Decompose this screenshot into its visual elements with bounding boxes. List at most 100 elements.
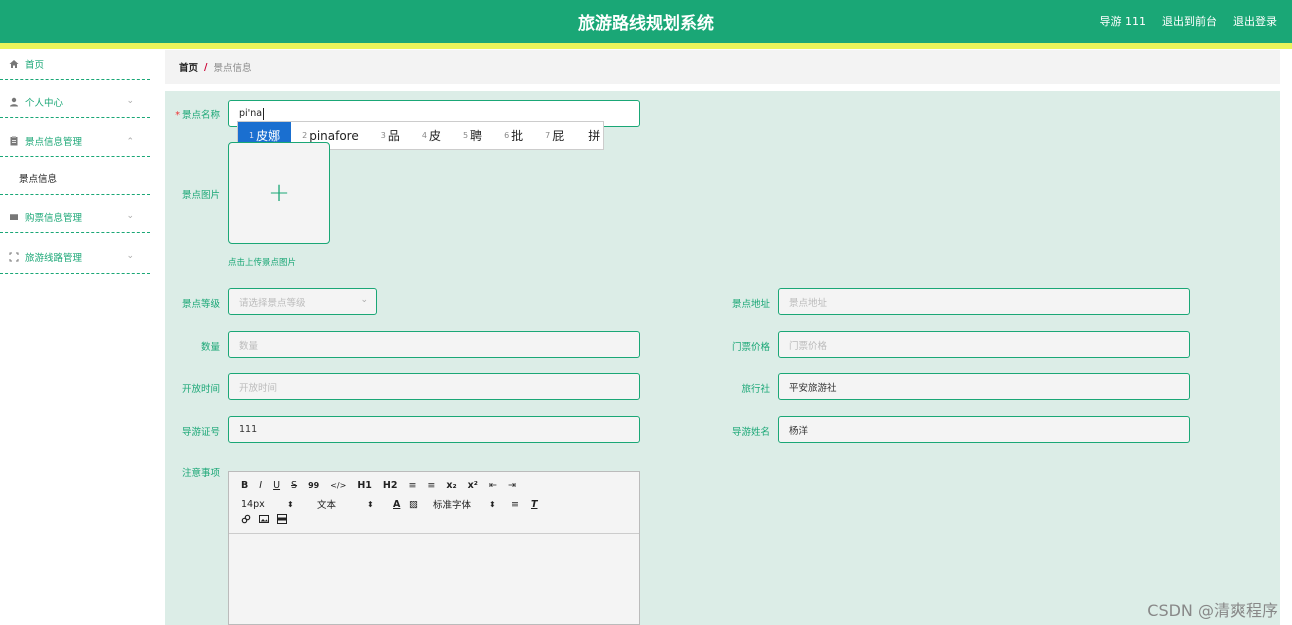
ime-candidate-5[interactable]: 5聘 <box>452 122 493 149</box>
upload-tip: 点击上传景点图片 <box>228 258 297 268</box>
count-input[interactable]: 数量 <box>228 331 640 358</box>
open-time-placeholder: 开放时间 <box>239 382 278 394</box>
ticket-price-placeholder: 门票价格 <box>789 340 828 352</box>
outdent-button[interactable]: ⇤ <box>489 480 497 491</box>
plus-icon: + <box>268 178 290 208</box>
ticket-price-input[interactable]: 门票价格 <box>778 331 1190 358</box>
block-type-select[interactable]: 文本 <box>317 497 367 511</box>
sidebar-item-label: 个人中心 <box>25 97 64 109</box>
user-icon <box>8 97 20 107</box>
breadcrumb: 首页 / 景点信息 <box>165 50 1280 84</box>
image-upload-button[interactable]: + <box>228 142 330 244</box>
top-bar: 旅游路线规划系统 导游 111 退出到前台 退出登录 <box>0 0 1292 43</box>
open-time-label: 开放时间 <box>181 384 220 395</box>
notes-rich-editor[interactable]: B I U S 99 </> H1 H2 ≡ ≡ x₂ x² ⇤ ⇥ 14px … <box>228 471 640 625</box>
background-color-icon[interactable]: ▨ <box>409 499 433 510</box>
notes-label: 注意事项 <box>181 468 220 479</box>
guide-id-value: 111 <box>239 424 258 435</box>
logout-link[interactable]: 退出登录 <box>1233 13 1277 29</box>
ime-candidate-7[interactable]: 7屁 <box>534 122 575 149</box>
scenic-image-label: 景点图片 <box>181 190 220 201</box>
sidebar-item-scenic-info[interactable]: 景点信息 <box>0 162 150 195</box>
home-icon <box>8 59 20 69</box>
breadcrumb-separator: / <box>204 61 208 73</box>
strike-button[interactable]: S <box>291 480 297 491</box>
open-time-input[interactable]: 开放时间 <box>228 373 640 400</box>
video-icon[interactable] <box>277 514 287 527</box>
header-accent-line <box>0 43 1292 49</box>
image-icon[interactable] <box>259 514 269 527</box>
ticket-icon <box>8 212 20 222</box>
ime-candidate-3[interactable]: 3品 <box>370 122 411 149</box>
guide-id-input[interactable]: 111 <box>228 416 640 443</box>
superscript-button[interactable]: x² <box>468 480 478 491</box>
user-name[interactable]: 导游 111 <box>1100 13 1147 29</box>
h2-button[interactable]: H2 <box>383 480 398 491</box>
sidebar: 首页 个人中心 ⌄ 景点信息管理 ⌃ 景点信息 购票信息管理 ⌄ 旅游线路管理 … <box>0 49 150 625</box>
scenic-address-input[interactable]: 景点地址 <box>778 288 1190 315</box>
sidebar-item-label: 景点信息管理 <box>25 136 83 148</box>
guide-name-value: 杨洋 <box>789 425 809 437</box>
select-arrows-icon: ⬍ <box>489 499 496 509</box>
sidebar-item-label: 购票信息管理 <box>25 212 83 224</box>
bold-button[interactable]: B <box>241 480 248 491</box>
guide-name-input[interactable]: 杨洋 <box>778 416 1190 443</box>
editor-toolbar-row-3 <box>241 514 287 527</box>
frame-icon <box>8 252 20 262</box>
italic-button[interactable]: I <box>259 480 262 491</box>
sidebar-item-label: 旅游线路管理 <box>25 253 83 264</box>
ordered-list-button[interactable]: ≡ <box>408 480 416 491</box>
scenic-address-label: 景点地址 <box>731 299 770 310</box>
scenic-level-select[interactable]: 请选择景点等级 ⌄ <box>228 288 377 315</box>
link-icon[interactable] <box>241 514 251 527</box>
count-label: 数量 <box>200 342 220 353</box>
ime-candidate-6[interactable]: 6批 <box>493 122 534 149</box>
scenic-level-placeholder: 请选择景点等级 <box>239 297 306 309</box>
sidebar-item-label: 首页 <box>25 60 45 71</box>
text-color-icon[interactable]: A <box>393 499 409 510</box>
code-button[interactable]: </> <box>330 481 346 490</box>
sidebar-item-route-management[interactable]: 旅游线路管理 ⌄ <box>0 241 150 274</box>
chevron-down-icon: ⌄ <box>126 211 134 221</box>
quote-button[interactable]: 99 <box>308 481 319 490</box>
count-placeholder: 数量 <box>239 340 259 352</box>
chevron-down-icon: ⌄ <box>126 251 134 261</box>
sidebar-item-ticket-management[interactable]: 购票信息管理 ⌄ <box>0 201 150 233</box>
subscript-button[interactable]: x₂ <box>446 480 456 491</box>
select-arrows-icon: ⬍ <box>367 499 374 509</box>
chevron-down-icon: ⌄ <box>360 295 368 305</box>
indent-button[interactable]: ⇥ <box>508 480 516 491</box>
font-family-select[interactable]: 标准字体 <box>433 497 489 511</box>
align-icon[interactable]: ≡ <box>511 499 531 510</box>
travel-agency-input[interactable]: 平安旅游社 <box>778 373 1190 400</box>
app-title: 旅游路线规划系统 <box>578 14 714 34</box>
chevron-down-icon: ⌄ <box>126 96 134 106</box>
guide-id-label: 导游证号 <box>181 427 220 438</box>
sidebar-item-label: 景点信息 <box>19 174 58 185</box>
sidebar-item-scenic-management[interactable]: 景点信息管理 ⌃ <box>0 125 150 157</box>
clear-format-icon[interactable]: T <box>531 499 537 510</box>
select-arrows-icon: ⬍ <box>287 499 294 509</box>
scenic-address-placeholder: 景点地址 <box>789 297 828 309</box>
underline-button[interactable]: U <box>273 480 280 491</box>
front-link[interactable]: 退出到前台 <box>1162 13 1217 29</box>
sidebar-item-profile[interactable]: 个人中心 ⌄ <box>0 86 150 118</box>
header-links: 导游 111 退出到前台 退出登录 <box>1100 13 1278 29</box>
chevron-up-icon: ⌃ <box>126 137 134 147</box>
watermark: CSDN @清爽程序 <box>1147 601 1278 620</box>
h1-button[interactable]: H1 <box>357 480 372 491</box>
scenic-level-label: 景点等级 <box>181 299 220 310</box>
travel-agency-value: 平安旅游社 <box>789 382 837 394</box>
breadcrumb-current: 景点信息 <box>213 63 252 74</box>
ime-candidate-4[interactable]: 4皮 <box>411 122 452 149</box>
editor-toolbar-row-2: 14px ⬍ 文本 ⬍ A ▨ 标准字体 ⬍ ≡ T <box>241 497 537 512</box>
clipboard-icon <box>8 135 20 146</box>
scenic-name-label: * 景点名称 <box>175 110 220 121</box>
ime-candidate-8[interactable]: 拼 <box>575 122 611 149</box>
bullet-list-button[interactable]: ≡ <box>427 480 435 491</box>
sidebar-item-home[interactable]: 首页 <box>0 49 150 80</box>
travel-agency-label: 旅行社 <box>741 384 770 395</box>
font-size-select[interactable]: 14px <box>241 499 287 510</box>
editor-toolbar-row-1: B I U S 99 </> H1 H2 ≡ ≡ x₂ x² ⇤ ⇥ <box>241 480 516 491</box>
breadcrumb-home[interactable]: 首页 <box>179 60 198 74</box>
